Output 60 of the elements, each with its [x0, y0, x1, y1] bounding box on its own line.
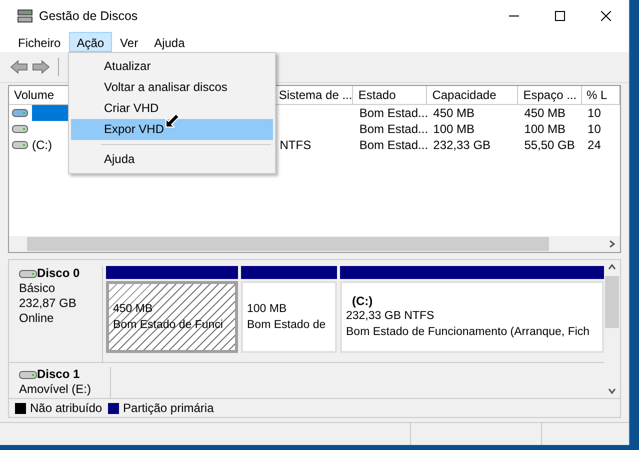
column-header[interactable]: Espaço ... [518, 86, 582, 104]
partition-size: 450 MB [113, 302, 154, 317]
table-cell: Bom Estad... [359, 138, 428, 152]
close-icon[interactable] [601, 11, 611, 21]
disk-info: Online [19, 311, 55, 326]
legend-label: Não atribuído [30, 401, 102, 415]
drive-icon [12, 140, 28, 150]
table-cell: 10 [588, 122, 601, 136]
legend-label: Partição primária [123, 401, 214, 415]
menu-option[interactable]: Ajuda [71, 149, 273, 170]
menu-option[interactable]: Atualizar [71, 56, 273, 77]
menu-option[interactable]: Voltar a analisar discos [71, 77, 273, 98]
disk-name: Disco 1 [37, 367, 80, 382]
scroll-up-icon[interactable] [608, 264, 616, 270]
partition-status: Bom Estado de Funcionamento (Arranque, Fich [346, 325, 591, 340]
menu-option[interactable]: Criar VHD [71, 98, 273, 119]
menu-item[interactable]: Ficheiro [10, 32, 69, 52]
column-header[interactable]: % L [582, 86, 620, 104]
partition-box[interactable]: 100 MB Bom Estado de [241, 281, 337, 353]
forward-arrow-icon[interactable] [32, 60, 50, 74]
drive-icon [19, 268, 37, 278]
window-title: Gestão de Discos [39, 9, 138, 23]
table-cell: 55,50 GB [524, 138, 575, 152]
scroll-right-icon[interactable] [609, 240, 615, 248]
partition-size: 100 MB [247, 302, 288, 317]
column-header[interactable]: Estado [353, 86, 428, 104]
disk-management-icon [17, 8, 33, 24]
back-arrow-icon[interactable] [10, 60, 28, 74]
table-cell: 24 [588, 138, 601, 152]
disk-info: Básico [19, 281, 56, 296]
partition-box[interactable]: (C:) 232,33 GB NTFS Bom Estado de Funcionamento (Arranque, Fich [340, 281, 604, 353]
menu-item[interactable]: Ver [112, 32, 146, 52]
table-cell: 10 [588, 106, 601, 120]
partition-status: Bom Estado de Funci [113, 318, 224, 333]
table-cell: NTFS [280, 138, 312, 152]
table-cell: 232,33 GB [433, 138, 491, 152]
menu-item[interactable]: Ajuda [146, 32, 193, 52]
disk-info: Amovível (E:) [19, 382, 92, 397]
maximize-icon[interactable] [555, 11, 565, 21]
table-cell: Bom Estad... [359, 106, 428, 120]
table-cell: 100 MB [524, 122, 566, 136]
drive-icon [12, 124, 28, 134]
table-cell: (C:) [32, 138, 52, 152]
table-cell: Bom Estad... [359, 122, 428, 136]
table-cell: 100 MB [433, 122, 475, 136]
mouse-cursor-icon [165, 112, 181, 128]
partition-size: 232,33 GB NTFS [346, 309, 436, 324]
menu-item[interactable]: Ação [68, 32, 112, 52]
table-cell: 450 MB [433, 106, 475, 120]
scroll-down-icon[interactable] [608, 388, 616, 394]
partition-box[interactable]: 450 MB Bom Estado de Funci [106, 281, 238, 353]
drive-icon [19, 370, 37, 380]
menu-option[interactable]: Expor VHD [71, 119, 273, 140]
disk-name: Disco 0 [37, 266, 80, 281]
partition-label: (C:) [351, 294, 374, 308]
horizontal-scrollbar[interactable] [9, 236, 620, 252]
partition-status: Bom Estado de [247, 318, 327, 333]
table-cell: 450 MB [524, 106, 566, 120]
disk-info: 232,87 GB [19, 296, 78, 311]
column-header[interactable]: Capacidade [427, 86, 518, 104]
